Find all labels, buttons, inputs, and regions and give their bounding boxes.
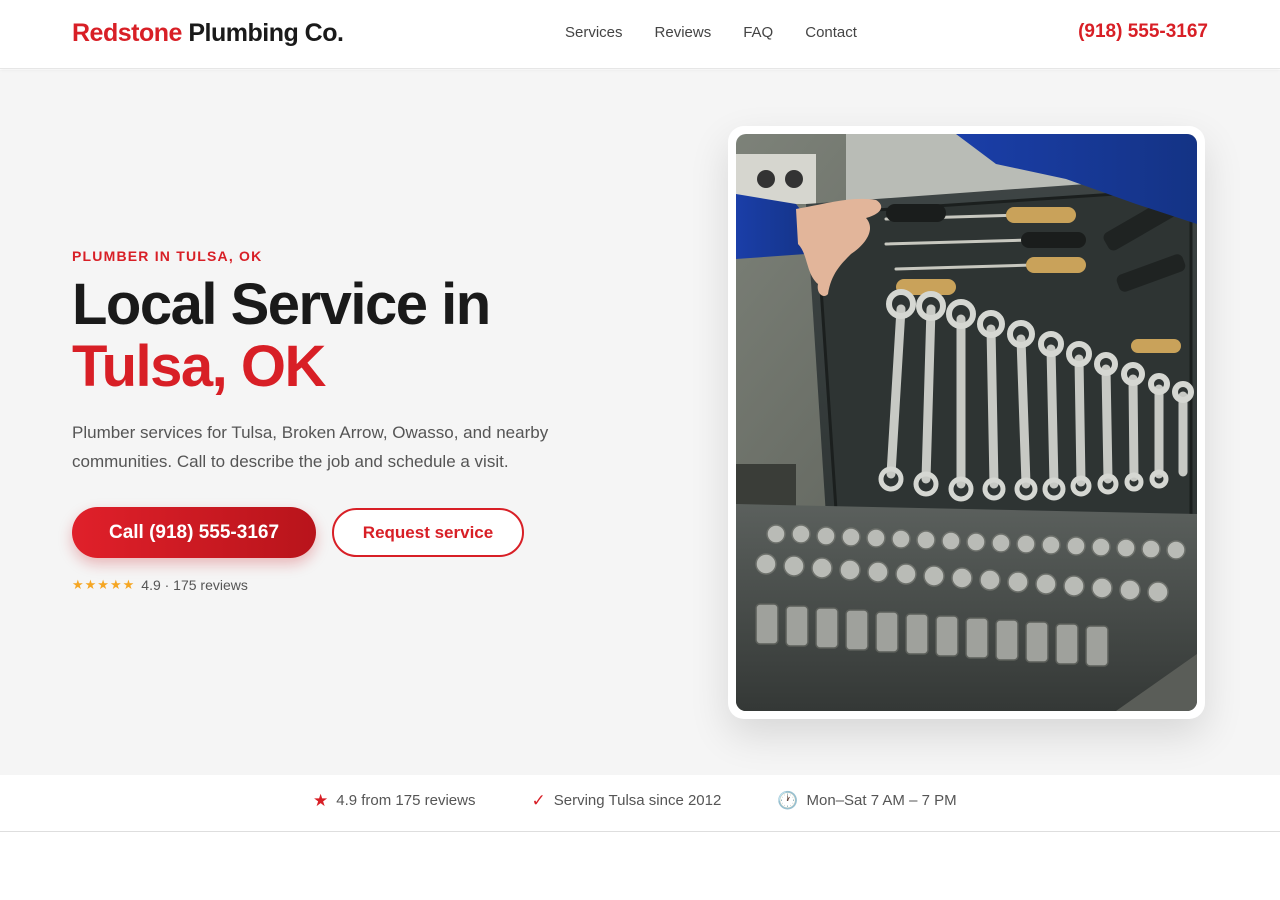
check-icon: ✓ <box>531 791 546 810</box>
trust-item-reviews: ★ 4.9 from 175 reviews <box>313 792 475 809</box>
brand-name-second: Plumbing Co. <box>188 19 344 47</box>
trust-item-text: Serving Tulsa since 2012 <box>553 792 722 809</box>
main-nav: Services Reviews FAQ Contact <box>565 24 857 41</box>
hero-headline-line2: Tulsa, OK <box>72 334 326 399</box>
hero-eyebrow: PLUMBER IN TULSA, OK <box>72 248 263 264</box>
hero-description: Plumber services for Tulsa, Broken Arrow… <box>72 423 549 471</box>
hero-headline-line1: Local Service in <box>72 272 491 337</box>
hero-photo-card <box>728 126 1205 719</box>
hero-section: PLUMBER IN TULSA, OK Local Service in Tu… <box>0 70 1280 775</box>
nav-link-contact[interactable]: Contact <box>805 24 857 41</box>
star-icon: ★ <box>313 791 329 810</box>
call-button[interactable]: Call (918) 555-3167 <box>72 507 316 558</box>
request-service-button[interactable]: Request service <box>332 508 524 557</box>
clock-icon: 🕐 <box>777 791 799 810</box>
trust-item-text: Mon–Sat 7 AM – 7 PM <box>806 792 957 809</box>
trust-bar: ★ 4.9 from 175 reviews ✓ Serving Tulsa s… <box>0 775 1280 832</box>
trust-item-text: 4.9 from 175 reviews <box>336 792 476 809</box>
trust-item-hours: 🕐 Mon–Sat 7 AM – 7 PM <box>777 792 956 809</box>
rating-text: 4.9 · 175 reviews <box>141 577 248 593</box>
brand-logo[interactable]: Redstone Plumbing Co. <box>72 19 344 48</box>
rating-stars-icon: ★★★★★ <box>72 577 136 592</box>
hero-headline: Local Service in Tulsa, OK <box>72 272 491 399</box>
site-header: Redstone Plumbing Co. Services Reviews F… <box>0 0 1280 69</box>
nav-link-faq[interactable]: FAQ <box>743 24 773 41</box>
hero-rating: ★★★★★ 4.9 · 175 reviews <box>72 577 248 593</box>
brand-name-first: Redstone <box>72 19 182 47</box>
nav-link-reviews[interactable]: Reviews <box>655 24 712 41</box>
trust-item-since: ✓ Serving Tulsa since 2012 <box>531 792 721 809</box>
nav-link-services[interactable]: Services <box>565 24 623 41</box>
header-phone-link[interactable]: (918) 555-3167 <box>1078 21 1208 43</box>
toolbox-photo <box>736 134 1197 711</box>
